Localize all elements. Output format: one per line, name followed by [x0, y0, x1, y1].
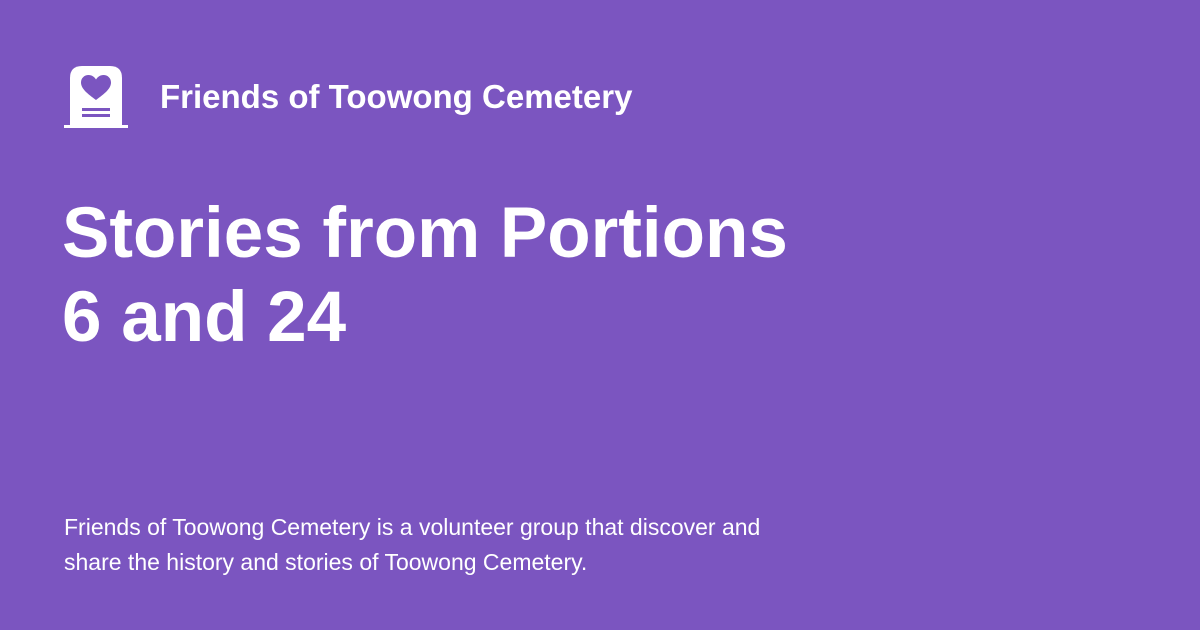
page-title: Stories from Portions 6 and 24 — [62, 192, 822, 360]
site-name: Friends of Toowong Cemetery — [160, 77, 633, 115]
page-title-line: Stories from Portions — [62, 194, 788, 273]
page-title-line: 6 and 24 — [62, 278, 347, 357]
site-description: Friends of Toowong Cemetery is a volunte… — [64, 510, 864, 580]
description-line: Friends of Toowong Cemetery is a volunte… — [64, 514, 761, 540]
site-brand[interactable]: Friends of Toowong Cemetery — [64, 64, 632, 128]
headstone-heart-icon — [64, 64, 128, 128]
description-line: share the history and stories of Toowong… — [64, 549, 588, 575]
